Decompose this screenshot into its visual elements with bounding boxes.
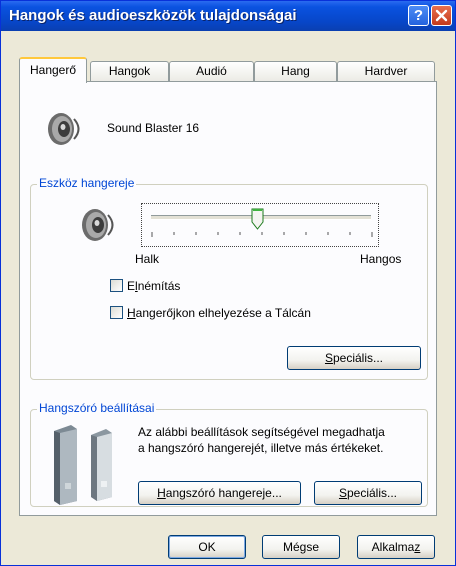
device-volume-title: Eszköz hangereje: [37, 176, 137, 190]
slider-max-label: Hangos: [360, 252, 402, 266]
mute-checkbox[interactable]: [110, 279, 123, 292]
properties-dialog: Hangok és audioeszközök tulajdonságai ? …: [0, 0, 456, 566]
tab-volume[interactable]: Hangerő: [19, 57, 87, 83]
mute-label[interactable]: Elnémítás: [127, 279, 180, 293]
volume-advanced-button[interactable]: Speciális...: [287, 346, 421, 370]
tab-audio[interactable]: Audió: [169, 61, 254, 81]
tab-label: Hangerő: [29, 63, 77, 77]
title-bar[interactable]: Hangok és audioeszközök tulajdonságai ?: [1, 1, 455, 31]
cancel-button[interactable]: Mégse: [262, 535, 340, 559]
taskbar-volume-label[interactable]: Hangerőjkon elhelyezése a Tálcán: [127, 306, 311, 320]
close-button[interactable]: [431, 5, 452, 26]
speaker-icon: [48, 113, 80, 145]
ok-button[interactable]: OK: [168, 535, 246, 559]
speaker-description-line1: Az alábbi beállítások segítségével megad…: [138, 425, 385, 439]
apply-button[interactable]: Alkalmaz: [357, 535, 435, 559]
tab-label: Audió: [196, 64, 227, 78]
close-icon: [435, 9, 448, 22]
speaker-description-line2: a hangszóró hangerejét, illetve más érté…: [138, 441, 384, 455]
tab-label: Hardver: [364, 64, 408, 78]
speakers-icon: [54, 425, 112, 505]
slider-ticks: [151, 232, 373, 237]
tab-hardware[interactable]: Hardver: [337, 61, 435, 81]
volume-slider[interactable]: [141, 203, 379, 247]
window-title: Hangok és audioeszközök tulajdonságai: [9, 7, 297, 24]
tab-label: Hang: [281, 64, 310, 78]
slider-thumb[interactable]: [251, 208, 264, 230]
speaker-settings-title: Hangszóró beállításai: [37, 401, 157, 415]
tab-voice[interactable]: Hang: [254, 61, 337, 81]
speaker-icon: [82, 209, 114, 241]
tab-sounds[interactable]: Hangok: [90, 61, 169, 81]
speaker-advanced-button[interactable]: Speciális...: [314, 481, 422, 505]
taskbar-volume-checkbox[interactable]: [110, 306, 123, 319]
device-name: Sound Blaster 16: [107, 121, 200, 135]
slider-min-label: Halk: [135, 252, 160, 266]
speaker-volume-button[interactable]: Hangszóró hangereje...: [138, 481, 301, 505]
help-button[interactable]: ?: [408, 5, 429, 26]
tab-label: Hangok: [108, 64, 151, 78]
help-icon: ?: [413, 7, 424, 24]
